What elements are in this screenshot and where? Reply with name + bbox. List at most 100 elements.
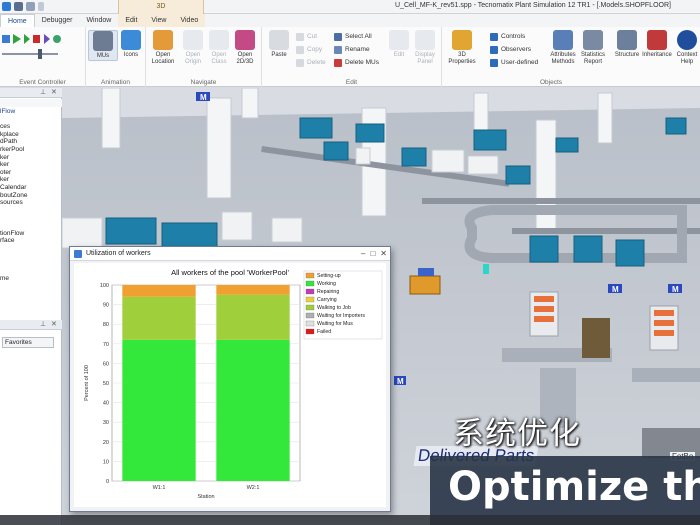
tab-video[interactable]: Video	[173, 14, 206, 27]
attributes-methods-icon	[553, 30, 573, 50]
tree-item[interactable]	[0, 222, 62, 230]
close-icon[interactable]: ✕	[51, 88, 57, 98]
panel-toolbar	[0, 99, 62, 107]
rename-button[interactable]: Rename	[334, 45, 370, 55]
tree-item[interactable]: Calendar	[0, 184, 62, 192]
tree-item[interactable]: ces	[0, 123, 62, 131]
tree-item[interactable]	[0, 267, 62, 275]
storage-block	[355, 147, 371, 165]
group-label-navigate: Navigate	[190, 79, 217, 86]
help-icon	[677, 30, 697, 50]
y-tick-label: 20	[103, 440, 109, 446]
tree-item[interactable]: sources	[0, 199, 62, 207]
bar-segment-working	[122, 339, 196, 481]
context-help-button[interactable]: Context Help	[674, 30, 700, 66]
storage-block	[431, 149, 465, 173]
delete-mus-label: Delete MUs	[345, 59, 379, 66]
cut-button[interactable]: Cut	[296, 32, 317, 42]
ribbon: Event Controller MUs Icons Animation Ope…	[0, 27, 700, 87]
x-tick-label: W2:1	[247, 485, 260, 491]
tree-item[interactable]: dPath	[0, 138, 62, 146]
ribbon-tabs: Home Debugger Window Edit View Video	[0, 14, 700, 27]
chart-window-icon	[74, 250, 82, 258]
open-2d3d-button[interactable]: Open 2D/3D	[230, 30, 260, 66]
delete-button[interactable]: Delete	[296, 58, 326, 68]
tree-item[interactable]: kplace	[0, 131, 62, 139]
tree-item[interactable]: tionFlow	[0, 230, 62, 238]
utilization-chart-window[interactable]: Utilization of workers – □ ✕ All workers…	[69, 246, 391, 512]
machine	[615, 239, 645, 267]
marker	[483, 264, 489, 274]
legend-swatch	[305, 312, 315, 319]
pin-icon[interactable]: ⊥	[40, 320, 46, 330]
save-icon[interactable]	[14, 2, 23, 11]
icons-icon	[121, 30, 141, 50]
open-location-button[interactable]: Open Location	[148, 30, 178, 66]
minimize-icon[interactable]: –	[361, 247, 365, 261]
attributes-methods-button[interactable]: Attributes Methods	[548, 30, 578, 66]
tree-item[interactable]: ker	[0, 154, 62, 162]
open-2d3d-label: Open 2D/3D	[236, 52, 254, 65]
tree-item[interactable]	[0, 116, 62, 124]
open-location-icon	[153, 30, 173, 50]
delete-mus-button[interactable]: Delete MUs	[334, 58, 379, 68]
context-tab-3d[interactable]: 3D	[118, 0, 204, 14]
rack-item	[654, 320, 674, 326]
copy-button[interactable]: Copy	[296, 45, 322, 55]
tab-home[interactable]: Home	[0, 14, 35, 27]
tree-item[interactable]: me	[0, 275, 62, 283]
tab-view[interactable]: View	[144, 14, 174, 27]
tree-item[interactable]: rface	[0, 237, 62, 245]
icons-button[interactable]: Icons	[116, 30, 146, 59]
pin-icon[interactable]: ⊥	[40, 88, 46, 98]
y-axis-label: Percent of 100	[84, 365, 90, 401]
maximize-icon[interactable]: □	[370, 247, 375, 261]
chart-window-titlebar[interactable]: Utilization of workers – □ ✕	[70, 247, 390, 261]
3d-properties-button[interactable]: 3D Properties	[444, 30, 480, 66]
agv-vehicle	[409, 275, 441, 295]
class-tree[interactable]: lFlow ces kplace dPath rkerPool ker ker oter ker…	[0, 108, 62, 283]
close-icon[interactable]: ✕	[51, 320, 57, 330]
mus-button[interactable]: MUs	[88, 30, 118, 61]
legend-swatch	[305, 328, 315, 335]
select-all-button[interactable]: Select All	[334, 32, 372, 42]
edit-label: Edit	[393, 52, 405, 58]
user-defined-button[interactable]: User-defined	[490, 58, 538, 68]
tab-window[interactable]: Window	[79, 14, 118, 27]
controls-button[interactable]: Controls	[490, 32, 525, 42]
favorites-dropdown[interactable]: Favorites	[2, 337, 54, 348]
dropdown-icon[interactable]	[38, 2, 44, 11]
structure-button[interactable]: Structure	[612, 30, 642, 59]
subtitle-english: Optimize th	[448, 464, 700, 510]
tree-item[interactable]	[0, 207, 62, 215]
tree-item[interactable]	[0, 245, 62, 253]
tree-item[interactable]	[0, 260, 62, 268]
tree-item[interactable]	[0, 252, 62, 260]
rename-label: Rename	[345, 46, 370, 53]
user-defined-icon	[490, 59, 498, 67]
tree-item[interactable]: ker	[0, 161, 62, 169]
tree-item[interactable]: rkerPool	[0, 146, 62, 154]
tree-item[interactable]	[0, 214, 62, 222]
tab-debugger[interactable]: Debugger	[35, 14, 80, 27]
storage-block	[62, 217, 103, 249]
app-icon[interactable]	[2, 2, 11, 11]
display-panel-button[interactable]: Display Panel	[410, 30, 440, 66]
undo-icon[interactable]	[26, 2, 35, 11]
timer-icon	[53, 35, 61, 43]
legend-label: Walking to Job	[317, 305, 351, 311]
tree-item[interactable]: oter	[0, 169, 62, 177]
observers-button[interactable]: Observers	[490, 45, 531, 55]
paste-button[interactable]: Paste	[264, 30, 294, 59]
workbench	[632, 368, 700, 382]
tree-item[interactable]: ker	[0, 176, 62, 184]
tree-item[interactable]: lFlow	[0, 108, 62, 116]
statistics-report-button[interactable]: Statistics Report	[578, 30, 608, 66]
inheritance-button[interactable]: Inheritance	[642, 30, 672, 59]
bar-segment-walking-to-job	[216, 294, 290, 340]
legend-swatch	[305, 320, 315, 327]
tree-item[interactable]: boutZone	[0, 192, 62, 200]
tab-edit[interactable]: Edit	[118, 14, 145, 27]
close-icon[interactable]: ✕	[380, 247, 387, 261]
open-class-icon	[209, 30, 229, 50]
